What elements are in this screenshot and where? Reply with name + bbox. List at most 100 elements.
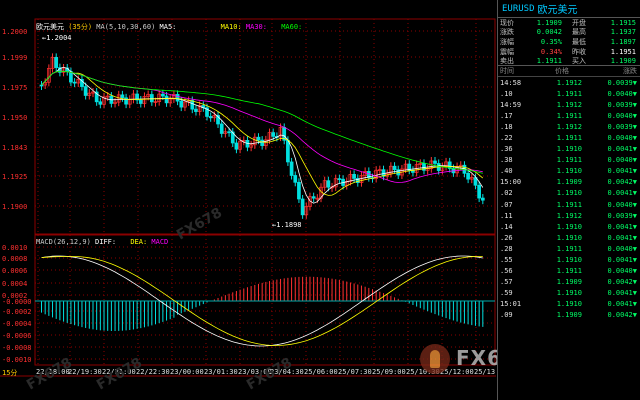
macd-tick-label: -0.0006 xyxy=(2,332,32,340)
time-tick-label: 25/07:30 xyxy=(338,368,372,376)
candle xyxy=(311,196,316,199)
tick-row[interactable]: .26 1.1910 0.0041▼ xyxy=(498,232,640,243)
quote-value: 0.0042 xyxy=(536,28,562,37)
timeframe-selector[interactable]: 15分 xyxy=(2,368,17,378)
tick-row[interactable]: .28 1.1911 0.0040▼ xyxy=(498,243,640,254)
candle xyxy=(480,197,485,201)
tick-time: 14:58 xyxy=(500,78,522,87)
time-tick-label: 23/01:30 xyxy=(204,368,238,376)
price-tick-label: 1.1843 xyxy=(2,144,27,152)
macd-tick-label: -0.0008 xyxy=(2,344,32,352)
tick-change: 0.0041▼ xyxy=(607,300,637,309)
tick-row[interactable]: .02 1.1910 0.0041▼ xyxy=(498,188,640,199)
price-tick-label: 1.1925 xyxy=(2,173,27,181)
tick-row[interactable]: .56 1.1911 0.0040▼ xyxy=(498,266,640,277)
chart-area[interactable]: 1.2000 1.1999 1.1975 1.1950 1.1843 1.1925 1.19… xyxy=(0,0,496,400)
time-tick-label: 25/12:00 xyxy=(440,368,474,376)
tick-row[interactable]: 14:58 1.1912 0.0039▼ xyxy=(498,77,640,88)
quote-panel: EURUSD 欧元美元 现价 1.1909 开盘 1.1915 涨跌 0.0042 最高 1.… xyxy=(497,0,640,400)
tick-time: .07 xyxy=(500,200,513,209)
tick-row[interactable]: .10 1.1911 0.0040▼ xyxy=(498,88,640,99)
tick-change: 0.0041▼ xyxy=(607,222,637,231)
tick-price: 1.1910 xyxy=(556,145,582,154)
tick-row[interactable]: .11 1.1912 0.0039▼ xyxy=(498,210,640,221)
quote-value: 1.1909 xyxy=(610,56,636,65)
quote-value: 1.1915 xyxy=(610,18,636,27)
tick-row[interactable]: .18 1.1912 0.0039▼ xyxy=(498,121,640,132)
candle xyxy=(98,101,103,105)
quote-value: 0.34% xyxy=(540,47,562,56)
price-tick-label: 1.1975 xyxy=(2,84,27,92)
tick-change: 0.0039▼ xyxy=(607,122,637,131)
tick-row[interactable]: .40 1.1910 0.0041▼ xyxy=(498,166,640,177)
tick-row[interactable]: .09 1.1909 0.0042▼ xyxy=(498,310,640,321)
tick-row[interactable]: 15:01 1.1910 0.0041▼ xyxy=(498,299,640,310)
tick-time: .11 xyxy=(500,211,513,220)
tick-time: .17 xyxy=(500,111,513,120)
candle xyxy=(326,180,331,188)
ma10-line xyxy=(41,70,484,196)
tick-price: 1.1910 xyxy=(556,167,582,176)
low-annotation: ←1.1898 xyxy=(272,221,302,229)
tick-row[interactable]: .38 1.1911 0.0040▼ xyxy=(498,155,640,166)
tick-price: 1.1911 xyxy=(556,89,582,98)
tick-change: 0.0040▼ xyxy=(607,89,637,98)
tick-price: 1.1911 xyxy=(556,200,582,209)
macd-tick-label: -0.0002 xyxy=(2,308,32,316)
tick-row[interactable]: .36 1.1910 0.0041▼ xyxy=(498,144,640,155)
candle xyxy=(138,99,143,104)
tick-row[interactable]: .55 1.1910 0.0041▼ xyxy=(498,254,640,265)
quote-summary: 现价 1.1909 开盘 1.1915 涨跌 0.0042 最高 1.1937 涨幅 0.35% 最… xyxy=(498,18,640,66)
tick-row[interactable]: 14:59 1.1912 0.0039▼ xyxy=(498,99,640,110)
candle xyxy=(293,175,298,183)
ma5-line xyxy=(41,66,484,204)
tick-price: 1.1912 xyxy=(556,122,582,131)
tick-time: .56 xyxy=(500,267,513,276)
tick-row[interactable]: .59 1.1910 0.0041▼ xyxy=(498,288,640,299)
tick-price: 1.1911 xyxy=(556,267,582,276)
macd-tick-label: -0.0000 xyxy=(2,298,32,306)
tick-row[interactable]: .57 1.1909 0.0042▼ xyxy=(498,277,640,288)
chart-header: 欧元美元 (35分) MA(5,10,30,60) MA5: MA10: MA3… xyxy=(36,22,302,32)
candle xyxy=(120,94,125,99)
tick-price: 1.1910 xyxy=(556,222,582,231)
candle xyxy=(219,123,224,134)
tick-time: 15:01 xyxy=(500,300,522,309)
tick-change: 0.0041▼ xyxy=(607,289,637,298)
quote-name: 欧元美元 xyxy=(537,5,578,16)
ticks-list[interactable]: 14:58 1.1912 0.0039▼ .10 1.1911 0.0040▼ 14:59 1… xyxy=(498,77,640,321)
tick-change: 0.0040▼ xyxy=(607,111,637,120)
candle xyxy=(39,84,44,87)
candle xyxy=(256,136,261,141)
quote-label: 最高 xyxy=(572,28,586,37)
tick-price: 1.1912 xyxy=(556,211,582,220)
tick-price: 1.1911 xyxy=(556,111,582,120)
quote-value: 1.1951 xyxy=(610,47,636,56)
tick-row[interactable]: .22 1.1911 0.0040▼ xyxy=(498,132,640,143)
quote-code: EURUSD xyxy=(502,3,535,14)
candle xyxy=(300,198,305,216)
ma30-label: MA30: xyxy=(245,23,267,31)
tick-time: .02 xyxy=(500,189,513,198)
tick-row[interactable]: .07 1.1911 0.0040▼ xyxy=(498,199,640,210)
price-chart[interactable]: 1.2000 1.1999 1.1975 1.1950 1.1843 1.1925 1.19… xyxy=(0,0,496,400)
time-tick-label: 25/09:00 xyxy=(372,368,406,376)
time-tick-label: 25/13:30 xyxy=(474,368,496,376)
tick-time: 14:59 xyxy=(500,100,522,109)
price-tick-label: 1.2000 xyxy=(2,28,27,36)
tick-row[interactable]: 15:00 1.1909 0.0042▼ xyxy=(498,177,640,188)
time-tick-label: 25/10:30 xyxy=(406,368,440,376)
tick-change: 0.0040▼ xyxy=(607,156,637,165)
candle xyxy=(164,95,169,104)
tick-row[interactable]: .17 1.1911 0.0040▼ xyxy=(498,110,640,121)
candle xyxy=(271,132,276,137)
candle xyxy=(208,116,213,119)
tick-change: 0.0039▼ xyxy=(607,100,637,109)
candle xyxy=(190,100,195,110)
ma10-label: MA10: xyxy=(220,23,242,31)
tick-row[interactable]: .14 1.1910 0.0041▼ xyxy=(498,221,640,232)
high-annotation: ←1.2004 xyxy=(42,34,72,42)
ticks-header-change: 涨跌 xyxy=(623,66,637,75)
quote-row: 涨跌 0.0042 最高 1.1937 xyxy=(498,28,640,38)
tick-price: 1.1910 xyxy=(556,300,582,309)
